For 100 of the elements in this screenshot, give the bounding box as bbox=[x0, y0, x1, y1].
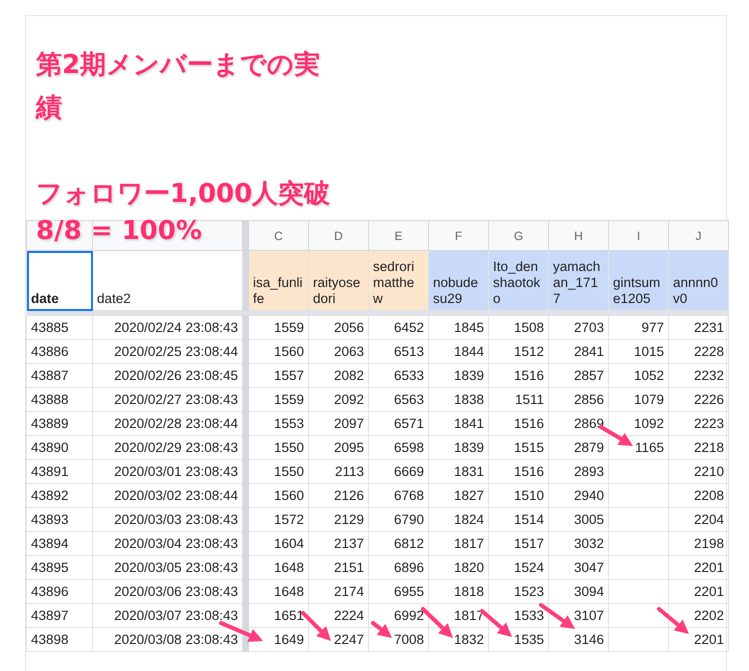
table-cell: 6563 bbox=[394, 392, 424, 407]
table-cell: 3094 bbox=[574, 584, 604, 599]
table-cell: 6812 bbox=[394, 536, 424, 551]
table-cell: 1553 bbox=[274, 416, 304, 431]
table-cell: 2020/03/03 23:08:43 bbox=[92, 508, 242, 532]
table-cell: 1508 bbox=[514, 320, 544, 335]
table-cell: 2129 bbox=[334, 512, 364, 527]
table-cell: 1832 bbox=[454, 632, 484, 647]
column-header[interactable]: F bbox=[428, 220, 488, 250]
table-cell: 1524 bbox=[514, 560, 544, 575]
table-cell: 2231 bbox=[694, 320, 724, 335]
header-cell: nobudesu29 bbox=[428, 250, 488, 310]
table-cell: 6513 bbox=[394, 344, 424, 359]
table-cell: 2198 bbox=[694, 536, 724, 551]
table-cell: 2857 bbox=[574, 368, 604, 383]
table-cell: 43885 bbox=[26, 316, 92, 340]
column-header[interactable]: D bbox=[308, 220, 368, 250]
table-cell: 43893 bbox=[26, 508, 92, 532]
column-header[interactable]: J bbox=[668, 220, 728, 250]
table-cell: 6669 bbox=[394, 464, 424, 479]
table-cell: 1510 bbox=[514, 488, 544, 503]
header-cell: sedrorimatthew bbox=[368, 250, 428, 310]
table-cell: 1015 bbox=[634, 344, 664, 359]
table-cell: 1838 bbox=[454, 392, 484, 407]
table-cell: 1512 bbox=[514, 344, 544, 359]
table-cell: 6768 bbox=[394, 488, 424, 503]
table-cell: 1649 bbox=[274, 632, 304, 647]
table-cell: 2020/03/01 23:08:43 bbox=[92, 460, 242, 484]
table-cell: 1841 bbox=[454, 416, 484, 431]
table-cell: 2228 bbox=[694, 344, 724, 359]
table-cell: 2020/02/28 23:08:44 bbox=[92, 412, 242, 436]
table-cell: 1817 bbox=[454, 536, 484, 551]
column-header[interactable]: C bbox=[248, 220, 308, 250]
table-cell: 1820 bbox=[454, 560, 484, 575]
column-header[interactable]: I bbox=[608, 220, 668, 250]
table-cell: 1839 bbox=[454, 440, 484, 455]
header-cell: raityosedori bbox=[308, 250, 368, 310]
table-cell: 1517 bbox=[514, 536, 544, 551]
table-cell: 1559 bbox=[274, 320, 304, 335]
table-cell: 43894 bbox=[26, 532, 92, 556]
table-cell: 43895 bbox=[26, 556, 92, 580]
table-cell: 2232 bbox=[694, 368, 724, 383]
table-cell: 1514 bbox=[514, 512, 544, 527]
table-cell: 2204 bbox=[694, 512, 724, 527]
table-cell: 1818 bbox=[454, 584, 484, 599]
table-cell: 3047 bbox=[574, 560, 604, 575]
table-cell: 2126 bbox=[334, 488, 364, 503]
table-cell: 1550 bbox=[274, 464, 304, 479]
table-cell: 1824 bbox=[454, 512, 484, 527]
table-cell: 2174 bbox=[334, 584, 364, 599]
table-cell: 43897 bbox=[26, 604, 92, 628]
column-header[interactable]: E bbox=[368, 220, 428, 250]
table-cell: 2226 bbox=[694, 392, 724, 407]
header-cell: yamachan_1717 bbox=[548, 250, 608, 310]
table-cell: 2841 bbox=[574, 344, 604, 359]
table-cell: 2869 bbox=[574, 416, 604, 431]
table-cell: 43891 bbox=[26, 460, 92, 484]
table-cell: 2020/03/08 23:08:43 bbox=[92, 628, 242, 652]
table-cell: 1604 bbox=[274, 536, 304, 551]
table-cell: 1523 bbox=[514, 584, 544, 599]
table-cell: 6790 bbox=[394, 512, 424, 527]
column-header[interactable]: H bbox=[548, 220, 608, 250]
table-cell: 3146 bbox=[574, 632, 604, 647]
header-cell: isa_funlife bbox=[248, 250, 308, 310]
table-cell: 1511 bbox=[514, 392, 544, 407]
table-cell: 2063 bbox=[334, 344, 364, 359]
table-cell: 1560 bbox=[274, 488, 304, 503]
table-cell: 1844 bbox=[454, 344, 484, 359]
table-cell: 2218 bbox=[694, 440, 724, 455]
table-cell: 1831 bbox=[454, 464, 484, 479]
table-cell: 1516 bbox=[514, 368, 544, 383]
table-cell: 1515 bbox=[514, 440, 544, 455]
title-text: フォロワー1,000人突破 bbox=[36, 178, 332, 211]
table-cell: 2247 bbox=[334, 632, 364, 647]
header-cell: gintsume1205 bbox=[608, 250, 668, 310]
header-cell: annnn0v0 bbox=[668, 250, 728, 310]
table-cell: 2097 bbox=[334, 416, 364, 431]
table-cell: 6533 bbox=[394, 368, 424, 383]
header-cell: Ito_denshaotoko bbox=[488, 250, 548, 310]
table-cell: 2856 bbox=[574, 392, 604, 407]
table-cell: 2879 bbox=[574, 440, 604, 455]
table-cell: 1516 bbox=[514, 464, 544, 479]
table-cell: 1516 bbox=[514, 416, 544, 431]
table-cell: 2893 bbox=[574, 464, 604, 479]
table-cell: 1535 bbox=[514, 632, 544, 647]
table-cell: 3107 bbox=[574, 608, 604, 623]
table-cell: 1845 bbox=[454, 320, 484, 335]
table-cell: 43889 bbox=[26, 412, 92, 436]
table-cell: 2020/03/06 23:08:43 bbox=[92, 580, 242, 604]
title-text: 8/8 = 100% bbox=[36, 215, 202, 248]
table-cell: 2020/03/04 23:08:43 bbox=[92, 532, 242, 556]
table-cell: 3032 bbox=[574, 536, 604, 551]
table-cell: 1092 bbox=[634, 416, 664, 431]
table-cell: 2020/03/05 23:08:43 bbox=[92, 556, 242, 580]
title-text: 第2期メンバーまでの実績 bbox=[36, 49, 322, 125]
table-cell: 2201 bbox=[694, 632, 724, 647]
table-cell: 1648 bbox=[274, 560, 304, 575]
column-header[interactable]: G bbox=[488, 220, 548, 250]
table-cell: 2020/03/02 23:08:44 bbox=[92, 484, 242, 508]
table-cell: 2210 bbox=[694, 464, 724, 479]
